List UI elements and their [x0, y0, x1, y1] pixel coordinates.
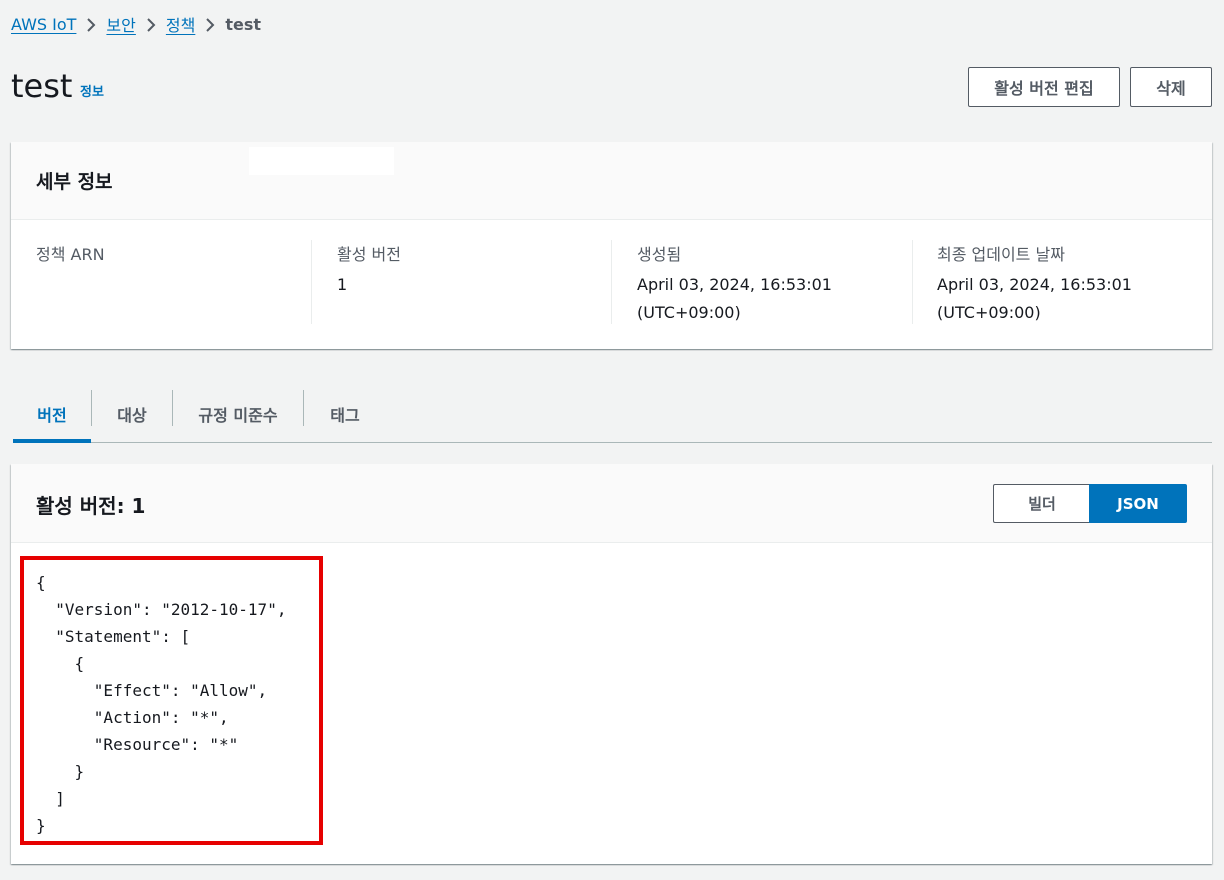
breadcrumb-aws-iot[interactable]: AWS IoT [11, 15, 76, 34]
details-panel-header: 세부 정보 [11, 142, 1212, 220]
policy-document-highlight: { "Version": "2012-10-17", "Statement": … [20, 556, 323, 845]
page-title: test [11, 67, 73, 105]
builder-toggle-button[interactable]: 빌더 [993, 484, 1090, 523]
column-divider [912, 240, 913, 324]
detail-value: April 03, 2024, 16:53:01 (UTC+09:00) [937, 271, 1132, 327]
redacted-area [249, 147, 394, 175]
tab-versions[interactable]: 버전 [13, 386, 91, 443]
detail-value: April 03, 2024, 16:53:01 (UTC+09:00) [637, 271, 832, 327]
updated-date: April 03, 2024, 16:53:01 [937, 275, 1132, 294]
created-date: April 03, 2024, 16:53:01 [637, 275, 832, 294]
breadcrumb: AWS IoT 보안 정책 test [11, 12, 261, 36]
detail-created: 생성됨 April 03, 2024, 16:53:01 (UTC+09:00) [637, 242, 832, 327]
chevron-right-icon [136, 15, 166, 34]
created-timezone: (UTC+09:00) [637, 303, 741, 322]
detail-last-updated: 최종 업데이트 날짜 April 03, 2024, 16:53:01 (UTC… [937, 242, 1132, 327]
info-link[interactable]: 정보 [80, 81, 104, 100]
active-version-title: 활성 버전: 1 [36, 494, 146, 518]
tab-targets[interactable]: 대상 [92, 386, 172, 442]
version-panel-header: 활성 버전: 1 빌더 JSON [11, 464, 1212, 543]
breadcrumb-current: test [225, 14, 261, 34]
edit-active-version-button[interactable]: 활성 버전 편집 [968, 67, 1120, 107]
detail-policy-arn: 정책 ARN [36, 242, 105, 271]
detail-active-version: 활성 버전 1 [337, 242, 401, 299]
tab-tags[interactable]: 태그 [304, 386, 386, 442]
detail-label: 활성 버전 [337, 245, 401, 264]
detail-label: 정책 ARN [36, 245, 105, 264]
detail-label: 최종 업데이트 날짜 [937, 245, 1065, 264]
tab-noncompliance[interactable]: 규정 미준수 [173, 386, 303, 442]
column-divider [611, 240, 612, 324]
detail-value: 1 [337, 275, 348, 294]
updated-timezone: (UTC+09:00) [937, 303, 1041, 322]
breadcrumb-policies[interactable]: 정책 [166, 12, 195, 36]
policy-json-code: { "Version": "2012-10-17", "Statement": … [36, 573, 287, 835]
chevron-right-icon [76, 15, 106, 34]
chevron-right-icon [195, 15, 225, 34]
active-version-panel: 활성 버전: 1 빌더 JSON { "Version": "2012-10-1… [11, 464, 1212, 864]
column-divider [311, 240, 312, 324]
detail-label: 생성됨 [637, 245, 682, 264]
details-panel: 세부 정보 정책 ARN 활성 버전 1 생성됨 April 03, 2024,… [11, 142, 1212, 349]
tab-bar: 버전 대상 규정 미준수 태그 [13, 386, 1212, 443]
breadcrumb-security[interactable]: 보안 [106, 12, 135, 36]
delete-button[interactable]: 삭제 [1130, 67, 1212, 107]
json-toggle-button[interactable]: JSON [1089, 484, 1187, 523]
details-title: 세부 정보 [36, 171, 113, 193]
